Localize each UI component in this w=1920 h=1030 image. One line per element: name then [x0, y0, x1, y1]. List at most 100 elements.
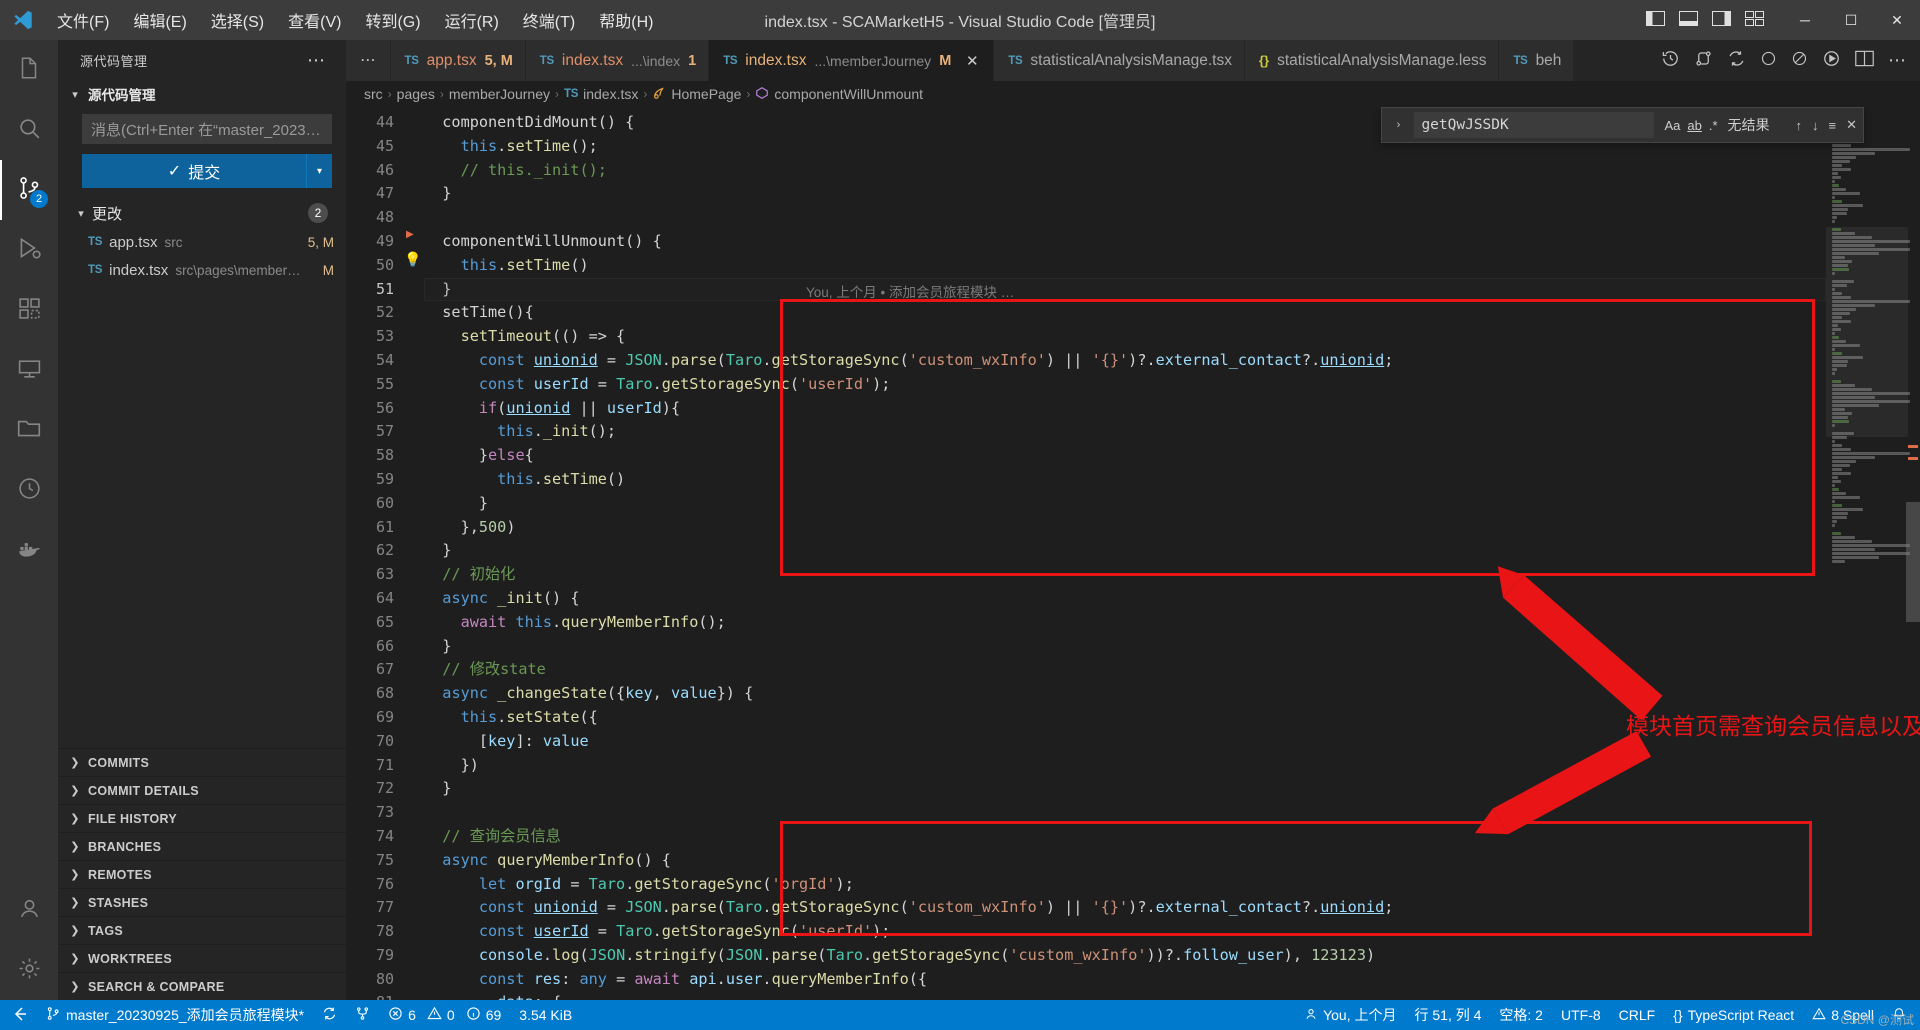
- activity-accounts[interactable]: [0, 880, 58, 940]
- menu-bar[interactable]: 文件(F) 编辑(E) 选择(S) 查看(V) 转到(G) 运行(R) 终端(T…: [46, 4, 664, 36]
- code-line[interactable]: setTimeout(() => {: [424, 325, 1826, 349]
- status-cursor-position[interactable]: 行 51, 列 4: [1405, 1000, 1490, 1030]
- tab-statistical-analysis-manage-tsx[interactable]: TS statisticalAnalysisManage.tsx: [994, 40, 1245, 81]
- status-file-size[interactable]: 3.54 KiB: [510, 1000, 581, 1030]
- activity-test[interactable]: [0, 460, 58, 520]
- sidebar-item-stashes[interactable]: ❯ STASHES: [58, 888, 346, 916]
- lightbulb-icon[interactable]: 💡: [404, 251, 421, 268]
- code-line[interactable]: // this._init();: [424, 159, 1826, 183]
- layout-controls[interactable]: [1646, 10, 1782, 30]
- codelens-annotation[interactable]: You, 上个月 • 添加会员旅程模块 …: [806, 281, 1014, 301]
- toggle-replace-icon[interactable]: ›: [1388, 119, 1408, 131]
- sidebar-item-search-compare[interactable]: ❯ SEARCH & COMPARE: [58, 972, 346, 1000]
- find-options[interactable]: Aa ab .*: [1660, 118, 1721, 133]
- code-line[interactable]: const userId = Taro.getStorageSync('user…: [424, 920, 1826, 944]
- code-line[interactable]: const res: any = await api.user.queryMem…: [424, 968, 1826, 992]
- more-actions-icon[interactable]: ⋯: [1888, 50, 1906, 71]
- code-line[interactable]: const userId = Taro.getStorageSync('user…: [424, 373, 1826, 397]
- tab-overflow[interactable]: ⋯: [346, 40, 391, 81]
- code-line[interactable]: let orgId = Taro.getStorageSync('orgId')…: [424, 873, 1826, 897]
- menu-run[interactable]: 运行(R): [434, 4, 510, 36]
- tab-statistical-analysis-manage-less[interactable]: {} statisticalAnalysisManage.less: [1244, 40, 1500, 81]
- code-line[interactable]: componentWillUnmount() {: [424, 230, 1826, 254]
- code-line[interactable]: await this.queryMemberInfo();: [424, 611, 1826, 635]
- find-widget[interactable]: › getQwJSSDK Aa ab .* 无结果 ↑ ↓ ≡ ✕: [1381, 107, 1864, 143]
- customize-layout-icon[interactable]: [1745, 10, 1764, 30]
- menu-help[interactable]: 帮助(H): [588, 4, 664, 36]
- status-problems[interactable]: 6 0 69: [379, 1000, 510, 1030]
- activity-docker[interactable]: [0, 520, 58, 580]
- code-line[interactable]: }: [424, 539, 1826, 563]
- sidebar-item-file-history[interactable]: ❯ FILE HISTORY: [58, 804, 346, 832]
- close-icon[interactable]: ✕: [1846, 117, 1857, 133]
- toggle-panel-icon[interactable]: [1679, 10, 1698, 30]
- breadcrumb-item-src[interactable]: src: [364, 86, 383, 102]
- menu-file[interactable]: 文件(F): [46, 4, 120, 36]
- status-author[interactable]: You, 上个月: [1295, 1000, 1405, 1030]
- code-editor[interactable]: 44 45 46 47 48 49 50 51 52 53 54 55 56 57 58 59 60 61 62 63…: [346, 107, 1920, 1000]
- code-content[interactable]: componentDidMount() { this.setTime(); //…: [424, 107, 1826, 1000]
- status-eol[interactable]: CRLF: [1610, 1000, 1665, 1030]
- status-remote-button[interactable]: [0, 1000, 37, 1030]
- status-encoding[interactable]: UTF-8: [1552, 1000, 1610, 1030]
- code-line[interactable]: [key]: value: [424, 730, 1826, 754]
- code-line[interactable]: this.setState({: [424, 706, 1826, 730]
- status-branch[interactable]: master_20230925_添加会员旅程模块*: [37, 1000, 313, 1030]
- circle-slash-icon[interactable]: [1791, 50, 1808, 71]
- code-line[interactable]: this.setTime(): [424, 254, 1826, 278]
- code-line[interactable]: }: [424, 182, 1826, 206]
- code-line[interactable]: if(unionid || userId){: [424, 397, 1826, 421]
- sidebar-item-remotes[interactable]: ❯ REMOTES: [58, 860, 346, 888]
- sidebar-item-worktrees[interactable]: ❯ WORKTREES: [58, 944, 346, 972]
- sidebar-item-commits[interactable]: ❯ COMMITS: [58, 748, 346, 776]
- run-icon[interactable]: [1822, 49, 1841, 72]
- split-editor-icon[interactable]: [1855, 50, 1874, 71]
- activity-remote-explorer[interactable]: [0, 340, 58, 400]
- code-line[interactable]: // 修改state: [424, 658, 1826, 682]
- code-line[interactable]: async _init() {: [424, 587, 1826, 611]
- code-line[interactable]: [424, 801, 1826, 825]
- tab-index-tsx-memberjourney[interactable]: TS index.tsx ...\memberJourney M ✕: [709, 40, 995, 81]
- breadcrumb-item-pages[interactable]: pages: [397, 86, 435, 102]
- whole-word-icon[interactable]: ab: [1687, 118, 1701, 133]
- breadcrumb-item-memberjourney[interactable]: memberJourney: [449, 86, 550, 102]
- sidebar-item-branches[interactable]: ❯ BRANCHES: [58, 832, 346, 860]
- status-git-fork[interactable]: [346, 1000, 379, 1030]
- source-control-section-header[interactable]: ▾ 源代码管理: [58, 80, 346, 108]
- activity-explorer[interactable]: [0, 40, 58, 100]
- fold-arrow-icon[interactable]: ▶: [406, 229, 414, 240]
- code-line[interactable]: async _changeState({key, value}) {: [424, 682, 1826, 706]
- activity-run-debug[interactable]: [0, 220, 58, 280]
- breadcrumb-item-index-tsx[interactable]: TS index.tsx: [564, 86, 638, 102]
- git-compare-icon[interactable]: [1694, 49, 1713, 72]
- close-button[interactable]: ✕: [1874, 0, 1920, 40]
- regex-icon[interactable]: .*: [1709, 118, 1718, 133]
- code-line[interactable]: // 初始化: [424, 563, 1826, 587]
- find-input[interactable]: getQwJSSDK: [1414, 112, 1655, 138]
- code-line[interactable]: // 查询会员信息: [424, 825, 1826, 849]
- menu-selection[interactable]: 选择(S): [200, 4, 275, 36]
- activity-extensions[interactable]: [0, 280, 58, 340]
- commit-message-input[interactable]: 消息(Ctrl+Enter 在“master_2023…: [82, 114, 332, 144]
- previous-match-icon[interactable]: ↑: [1796, 118, 1803, 133]
- maximize-button[interactable]: ☐: [1828, 0, 1874, 40]
- code-line[interactable]: async queryMemberInfo() {: [424, 849, 1826, 873]
- tab-app-tsx[interactable]: TS app.tsx 5, M: [390, 40, 526, 81]
- menu-terminal[interactable]: 终端(T): [512, 4, 586, 36]
- tab-beh[interactable]: TS beh: [1499, 40, 1575, 81]
- activity-settings[interactable]: [0, 940, 58, 1000]
- menu-go[interactable]: 转到(G): [354, 4, 431, 36]
- sidebar-more-actions-icon[interactable]: ⋯: [307, 50, 326, 71]
- breadcrumb-item-homepage[interactable]: HomePage: [652, 86, 741, 103]
- scrollbar-thumb[interactable]: [1906, 502, 1920, 622]
- list-item[interactable]: TS index.tsx src\pages\member… M: [58, 256, 346, 284]
- code-line[interactable]: console.log(JSON.stringify(JSON.parse(Ta…: [424, 944, 1826, 968]
- history-icon[interactable]: [1661, 49, 1680, 72]
- next-match-icon[interactable]: ↓: [1812, 118, 1819, 133]
- code-line[interactable]: }: [424, 635, 1826, 659]
- activity-file-manager[interactable]: [0, 400, 58, 460]
- code-line[interactable]: const unionid = JSON.parse(Taro.getStora…: [424, 349, 1826, 373]
- editor-scrollbar[interactable]: [1906, 107, 1920, 1000]
- status-indentation[interactable]: 空格: 2: [1490, 1000, 1552, 1030]
- find-actions[interactable]: ↑ ↓ ≡ ✕: [1792, 117, 1858, 133]
